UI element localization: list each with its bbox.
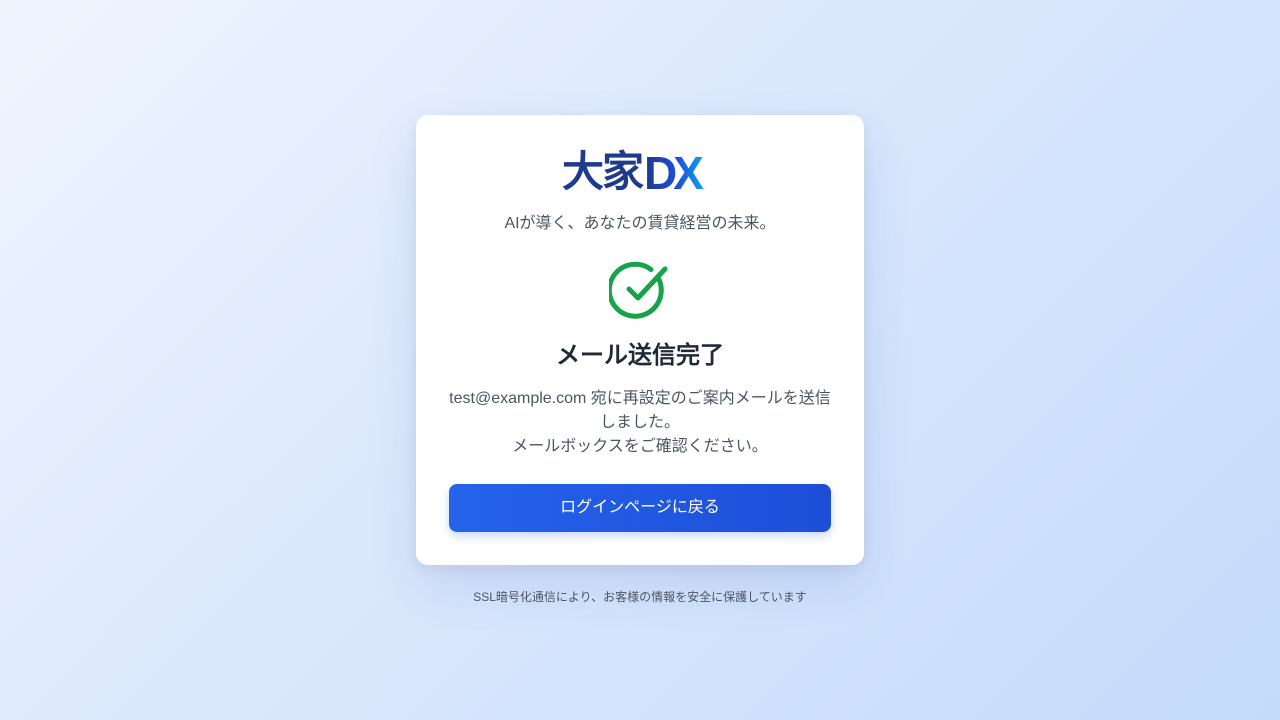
status-title: メール送信完了 [556,342,724,369]
status-message-line2: メールボックスをご確認ください。 [512,438,768,455]
status-message-line1: test@example.com 宛に再設定のご案内メールを送信しました。 [449,390,831,431]
status-message: test@example.com 宛に再設定のご案内メールを送信しました。 メー… [448,387,832,459]
security-note: SSL暗号化通信により、お客様の情報を安全に保護しています [473,590,807,604]
logo-kanji: 大家 [561,147,644,196]
brand-logo: 大家 DX [416,149,864,195]
svg-text:DX: DX [644,151,704,193]
confirmation-card: 大家 DX AIが導く、あなたの賃貸経営の未来。 メール送信完了 test@ex… [416,115,864,565]
check-circle-icon [606,260,671,322]
back-to-login-button[interactable]: ログインページに戻る [449,484,831,532]
tagline: AIが導く、あなたの賃貸経営の未来。 [504,215,776,232]
logo-dx: DX [644,151,718,193]
